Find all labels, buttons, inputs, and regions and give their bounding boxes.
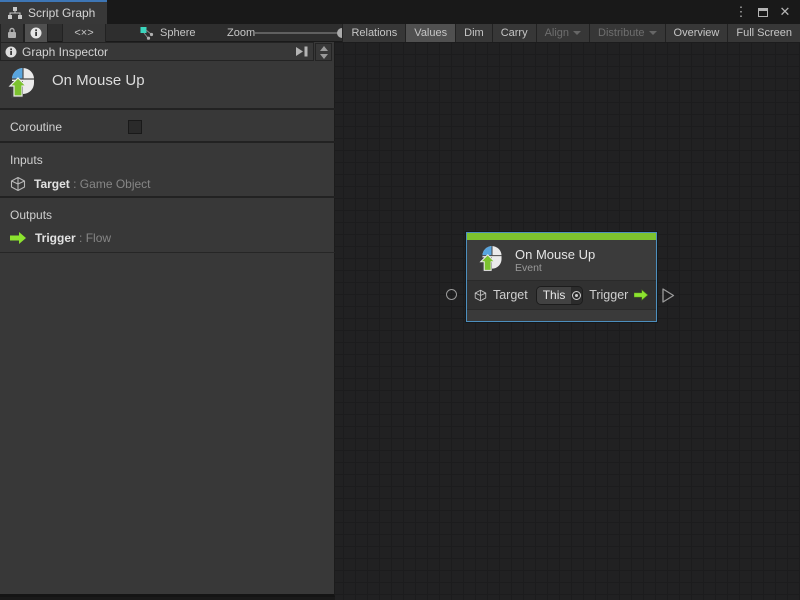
trigger-flow-port[interactable] bbox=[662, 288, 675, 303]
input-port-name: Target bbox=[34, 177, 70, 191]
distribute-dropdown[interactable]: Distribute bbox=[589, 24, 664, 42]
zoom-slider[interactable] bbox=[255, 32, 345, 34]
inputs-section: Inputs Target : Game Object bbox=[0, 145, 335, 198]
dock-panel-button[interactable] bbox=[295, 46, 309, 57]
target-value: This bbox=[537, 287, 572, 304]
flow-arrow-icon bbox=[10, 232, 27, 244]
scroll-up-button[interactable] bbox=[316, 44, 331, 52]
node-subtitle: Event bbox=[515, 262, 595, 274]
node-output-label: Trigger bbox=[589, 288, 628, 302]
overview-button[interactable]: Overview bbox=[665, 24, 728, 42]
button-label: Values bbox=[414, 27, 447, 39]
full-screen-button[interactable]: Full Screen bbox=[727, 24, 800, 42]
lock-button[interactable] bbox=[0, 24, 24, 42]
coroutine-row: Coroutine bbox=[0, 112, 335, 143]
graph-reference[interactable]: Sphere bbox=[133, 24, 202, 42]
mouse-up-icon bbox=[479, 245, 505, 275]
on-mouse-up-node[interactable]: On Mouse Up Event Target This Trigger bbox=[466, 232, 657, 322]
tab-script-graph[interactable]: Script Graph bbox=[0, 0, 107, 24]
button-label: Relations bbox=[351, 27, 397, 39]
code-view-button[interactable]: <×> bbox=[62, 24, 106, 42]
close-icon[interactable]: ✕ bbox=[776, 3, 794, 21]
carry-button[interactable]: Carry bbox=[492, 24, 536, 42]
panel-scroll-stepper bbox=[315, 43, 332, 61]
mouse-up-icon bbox=[8, 67, 38, 101]
chevron-down-icon bbox=[573, 31, 581, 35]
script-graph-icon bbox=[8, 7, 22, 19]
outputs-section: Outputs Trigger : Flow bbox=[0, 200, 335, 253]
target-picker-icon bbox=[572, 291, 581, 300]
menu-icon[interactable]: ⋮ bbox=[732, 3, 750, 21]
event-color-bar bbox=[467, 233, 656, 240]
button-label: Dim bbox=[464, 27, 484, 39]
chevron-down-icon bbox=[649, 31, 657, 35]
inspector-header: Graph Inspector bbox=[0, 42, 314, 61]
button-label: Full Screen bbox=[736, 27, 792, 39]
chevron-down-icon bbox=[320, 54, 328, 59]
dim-button[interactable]: Dim bbox=[455, 24, 492, 42]
graph-inspector-panel: Graph Inspector On Mouse Up C bbox=[0, 42, 335, 597]
node-ports-row: Target This Trigger bbox=[467, 280, 656, 310]
button-label: Distribute bbox=[598, 27, 644, 39]
graph-toolbar: <×> Sphere Zoom 1x Relations Values D bbox=[0, 24, 800, 42]
input-port-type: : Game Object bbox=[73, 177, 150, 191]
inputs-header: Inputs bbox=[10, 153, 325, 167]
dock-icon bbox=[295, 46, 309, 57]
flow-arrow-icon bbox=[634, 289, 649, 301]
graph-canvas[interactable]: On Mouse Up Event Target This Trigger bbox=[335, 42, 800, 600]
target-object-field[interactable]: This bbox=[536, 286, 583, 305]
node-title: On Mouse Up bbox=[515, 247, 595, 262]
code-icon: <×> bbox=[74, 27, 93, 39]
tab-strip: Script Graph ⋮ ✕ bbox=[0, 0, 800, 24]
node-footer bbox=[467, 310, 656, 321]
scroll-down-button[interactable] bbox=[316, 52, 331, 60]
info-icon bbox=[30, 27, 42, 39]
input-port-row: Target : Game Object bbox=[10, 176, 325, 192]
output-port-row: Trigger : Flow bbox=[10, 231, 325, 245]
chevron-up-icon bbox=[320, 46, 328, 51]
object-picker-button[interactable] bbox=[571, 287, 582, 304]
maximize-icon[interactable] bbox=[754, 3, 772, 21]
info-icon bbox=[5, 46, 17, 58]
cube-icon bbox=[10, 176, 26, 192]
output-port-name: Trigger bbox=[35, 231, 76, 245]
button-label: Align bbox=[545, 27, 569, 39]
button-label: Overview bbox=[674, 27, 720, 39]
graph-asset-icon bbox=[140, 26, 154, 40]
target-value-port[interactable] bbox=[446, 289, 457, 300]
tab-label: Script Graph bbox=[28, 6, 95, 20]
inspected-node-title: On Mouse Up bbox=[52, 72, 145, 89]
graph-name: Sphere bbox=[160, 27, 195, 39]
window-controls: ⋮ ✕ bbox=[732, 0, 800, 24]
inspected-node-summary: On Mouse Up bbox=[0, 61, 335, 110]
script-graph-window: Script Graph ⋮ ✕ <×> bbox=[0, 0, 800, 600]
values-button[interactable]: Values bbox=[405, 24, 455, 42]
node-input-label: Target bbox=[493, 288, 528, 302]
inspector-title: Graph Inspector bbox=[22, 45, 108, 59]
inspector-toggle-button[interactable] bbox=[24, 24, 48, 42]
relations-button[interactable]: Relations bbox=[342, 24, 405, 42]
output-port-type: : Flow bbox=[79, 231, 111, 245]
outputs-header: Outputs bbox=[10, 208, 325, 222]
lock-icon bbox=[7, 27, 17, 39]
cube-icon bbox=[474, 288, 487, 303]
node-header[interactable]: On Mouse Up Event bbox=[467, 240, 656, 280]
toolbar-buttons: Relations Values Dim Carry Align Distrib… bbox=[342, 24, 800, 42]
button-label: Carry bbox=[501, 27, 528, 39]
coroutine-label: Coroutine bbox=[10, 120, 62, 134]
coroutine-checkbox[interactable] bbox=[128, 120, 142, 134]
align-dropdown[interactable]: Align bbox=[536, 24, 589, 42]
